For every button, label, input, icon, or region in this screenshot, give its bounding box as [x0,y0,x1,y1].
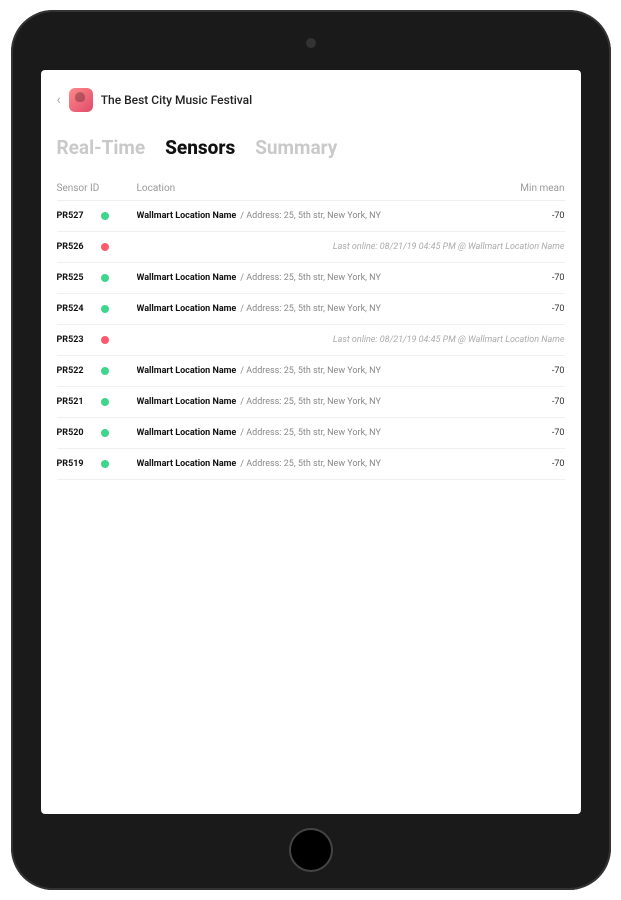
sensor-row[interactable]: PR525 Wallmart Location Name/ Address: 25… [57,263,565,294]
location-address: / Address: 25, 5th str, New York, NY [240,397,381,407]
min-mean-value: -70 [505,459,565,469]
location-cell: Wallmart Location Name/ Address: 25, 5th… [137,304,505,314]
location-address: / Address: 25, 5th str, New York, NY [240,304,381,314]
status-offline-icon [101,336,109,344]
location-cell: Wallmart Location Name/ Address: 25, 5th… [137,428,505,438]
status-online-icon [101,274,109,282]
status-online-icon [101,212,109,220]
location-cell: Wallmart Location Name/ Address: 25, 5th… [137,459,505,469]
status-offline-icon [101,243,109,251]
sensor-id: PR520 [57,428,101,438]
min-mean-value: -70 [505,211,565,221]
location-address: / Address: 25, 5th str, New York, NY [240,459,381,469]
event-icon [69,88,93,112]
location-name: Wallmart Location Name [137,304,237,314]
sensor-table-body: PR527Wallmart Location Name/ Address: 25… [57,201,565,480]
location-cell: Wallmart Location Name/ Address: 25, 5th… [137,366,505,376]
header: ‹ The Best City Music Festival [57,88,565,112]
min-mean-value: -70 [505,397,565,407]
location-address: / Address: 25, 5th str, New York, NY [240,366,381,376]
home-button[interactable] [289,828,333,872]
col-header-location: Location [137,183,505,194]
min-mean-value: -70 [505,273,565,283]
location-name: Wallmart Location Name [137,366,237,376]
status-online-icon [101,305,109,313]
back-chevron-icon[interactable]: ‹ [57,92,61,108]
sensor-id: PR522 [57,366,101,376]
min-mean-value: -70 [505,428,565,438]
min-mean-value: -70 [505,366,565,376]
location-name: Wallmart Location Name [137,397,237,407]
sensor-row[interactable]: PR527 Wallmart Location Name/ Address: 25… [57,201,565,232]
sensor-id: PR519 [57,459,101,469]
col-header-mean: Min mean [505,183,565,194]
sensor-row[interactable]: PR522 Wallmart Location Name/ Address: 25… [57,356,565,387]
col-header-id: Sensor ID [57,183,137,194]
offline-message: Last online: 08/21/19 04:45 PM @ Wallmar… [137,335,565,345]
sensor-row[interactable]: PR519 Wallmart Location Name/ Address: 25… [57,449,565,480]
tab-sensors[interactable]: Sensors [165,136,235,159]
sensor-row[interactable]: PR520 Wallmart Location Name/ Address: 25… [57,418,565,449]
tablet-camera [306,38,316,48]
tablet-frame: ‹ The Best City Music Festival Real-Time… [11,10,611,890]
location-cell: Wallmart Location Name/ Address: 25, 5th… [137,211,505,221]
location-address: / Address: 25, 5th str, New York, NY [240,428,381,438]
sensor-id: PR525 [57,273,101,283]
sensor-row[interactable]: PR526 Last online: 08/21/19 04:45 PM @ Wa… [57,232,565,263]
sensor-row[interactable]: PR521 Wallmart Location Name/ Address: 25… [57,387,565,418]
location-name: Wallmart Location Name [137,273,237,283]
location-name: Wallmart Location Name [137,428,237,438]
location-cell: Wallmart Location Name/ Address: 25, 5th… [137,273,505,283]
status-online-icon [101,398,109,406]
location-cell: Wallmart Location Name/ Address: 25, 5th… [137,397,505,407]
location-address: / Address: 25, 5th str, New York, NY [240,211,381,221]
sensor-id: PR524 [57,304,101,314]
sensor-row[interactable]: PR523 Last online: 08/21/19 04:45 PM @ Wa… [57,325,565,356]
location-name: Wallmart Location Name [137,459,237,469]
app-screen: ‹ The Best City Music Festival Real-Time… [41,70,581,814]
sensor-row[interactable]: PR524 Wallmart Location Name/ Address: 25… [57,294,565,325]
sensor-id: PR521 [57,397,101,407]
tab-real-time[interactable]: Real-Time [57,136,146,159]
tab-bar: Real-Time Sensors Summary [57,136,565,159]
sensor-id: PR523 [57,335,101,345]
tab-summary[interactable]: Summary [255,136,337,159]
location-address: / Address: 25, 5th str, New York, NY [240,273,381,283]
status-online-icon [101,460,109,468]
status-online-icon [101,429,109,437]
sensor-id: PR526 [57,242,101,252]
offline-message: Last online: 08/21/19 04:45 PM @ Wallmar… [137,242,565,252]
min-mean-value: -70 [505,304,565,314]
sensor-id: PR527 [57,211,101,221]
location-name: Wallmart Location Name [137,211,237,221]
table-header: Sensor ID Location Min mean [57,177,565,201]
event-title: The Best City Music Festival [101,93,252,107]
status-online-icon [101,367,109,375]
